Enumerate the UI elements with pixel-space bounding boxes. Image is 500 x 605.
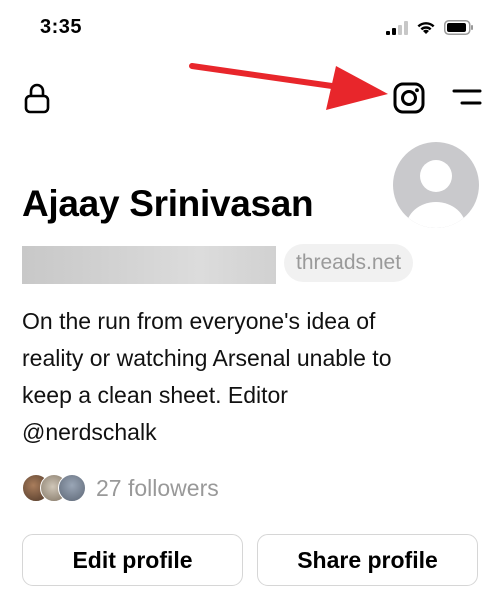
threads-domain-badge[interactable]: threads.net bbox=[284, 244, 414, 282]
profile-bio: On the run from everyone's idea of reali… bbox=[22, 303, 472, 451]
followers-count[interactable]: 27 followers bbox=[96, 475, 219, 502]
bio-line: keep a clean sheet. Editor bbox=[22, 382, 288, 408]
share-profile-button[interactable]: Share profile bbox=[257, 534, 478, 586]
follower-avatar bbox=[58, 474, 86, 502]
bio-line: reality or watching Arsenal unable to bbox=[22, 345, 392, 371]
default-avatar-icon bbox=[406, 160, 466, 228]
profile-name: Ajaay Srinivasan bbox=[22, 183, 314, 224]
wifi-icon bbox=[417, 22, 435, 34]
instagram-icon[interactable] bbox=[393, 82, 425, 114]
status-icons bbox=[386, 20, 474, 35]
red-arrow-annotation bbox=[189, 63, 388, 110]
battery-icon bbox=[444, 20, 473, 35]
cellular-signal-icon bbox=[386, 20, 408, 35]
lock-icon[interactable] bbox=[24, 82, 50, 114]
threads-profile-screen: 3:35 Ajaay Srinivasan threads.net On the… bbox=[0, 0, 500, 605]
profile-avatar[interactable] bbox=[393, 142, 479, 228]
menu-icon[interactable] bbox=[452, 86, 482, 110]
follower-avatars bbox=[22, 474, 86, 502]
bio-mention-link[interactable]: @nerdschalk bbox=[22, 414, 472, 451]
status-time: 3:35 bbox=[40, 16, 83, 38]
followers-row[interactable]: 27 followers bbox=[22, 474, 219, 502]
bio-line: On the run from everyone's idea of bbox=[22, 308, 376, 334]
edit-profile-button[interactable]: Edit profile bbox=[22, 534, 243, 586]
username-redacted bbox=[22, 246, 276, 284]
